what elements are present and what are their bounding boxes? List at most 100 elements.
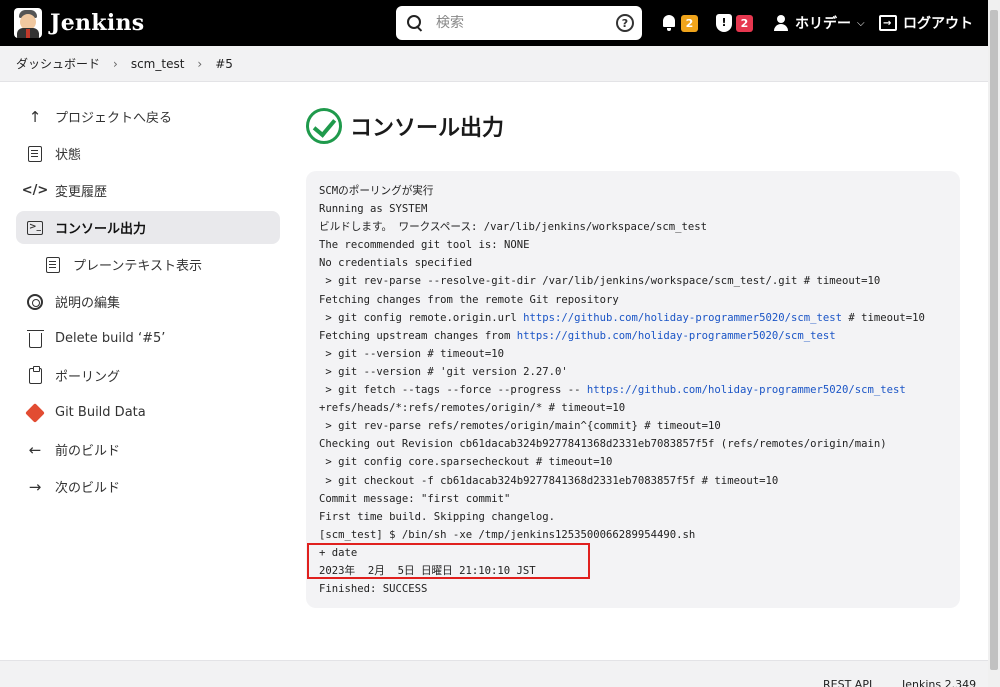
console-line: ビルドします。 ワークスペース: /var/lib/jenkins/worksp… — [319, 218, 960, 236]
terminal-icon: >_ — [26, 219, 44, 237]
console-line: > git fetch --tags --force --progress --… — [319, 381, 960, 399]
console-line: First time build. Skipping changelog. — [319, 508, 960, 526]
console-line-text: > git config core.sparsecheckout # timeo… — [319, 456, 613, 469]
sidebar-item-label: プロジェクトへ戻る — [55, 111, 173, 126]
help-icon[interactable]: ? — [616, 14, 634, 32]
arrow-up-icon: ↑ — [28, 107, 42, 126]
app-name: Jenkins — [50, 10, 145, 36]
document-icon — [26, 145, 44, 163]
console-line-text: First time build. Skipping changelog. — [319, 510, 555, 523]
console-line-text: > git config remote.origin.url — [319, 311, 524, 324]
sidebar-item-label: プレーンテキスト表示 — [73, 259, 202, 274]
console-line: > git rev-parse refs/remotes/origin/main… — [319, 417, 960, 435]
console-repo-link[interactable]: https://github.com/holiday-programmer502… — [523, 312, 842, 324]
sidebar-item-polling[interactable]: ポーリング — [16, 359, 280, 392]
sidebar-item-label: Delete build ‘#5’ — [55, 331, 166, 346]
sidebar-item-changes[interactable]: </> 変更履歴 — [16, 174, 280, 207]
console-line: No credentials specified — [319, 254, 960, 272]
console-line: > git --version # timeout=10 — [319, 345, 960, 363]
console-line: Fetching changes from the remote Git rep… — [319, 291, 960, 309]
notifications-button[interactable]: 2 — [661, 0, 698, 46]
security-badge: 2 — [736, 14, 753, 32]
logout-icon: → — [879, 15, 897, 31]
chevron-right-icon: › — [197, 56, 203, 71]
console-line-text: Finished: SUCCESS — [319, 583, 428, 596]
document-icon — [44, 256, 62, 274]
code-icon: </> — [21, 183, 49, 198]
user-name: ホリデー — [795, 16, 851, 32]
sidebar-item-label: 状態 — [55, 148, 82, 163]
sidebar-item-console-output[interactable]: >_ コンソール出力 — [16, 211, 280, 244]
console-repo-link[interactable]: https://github.com/holiday-programmer502… — [587, 384, 906, 396]
logout-button[interactable]: → ログアウト — [879, 0, 973, 46]
console-line: Fetching upstream changes from https://g… — [319, 327, 960, 345]
logout-label: ログアウト — [903, 16, 973, 32]
sidebar-item-label: 説明の編集 — [55, 296, 121, 311]
sidebar-item-plain-text[interactable]: プレーンテキスト表示 — [16, 248, 280, 281]
console-line-text: ビルドします。 ワークスペース: /var/lib/jenkins/worksp… — [319, 221, 708, 234]
jenkins-version-link[interactable]: Jenkins 2.349 — [902, 678, 976, 687]
console-line: Commit message: "first commit" — [319, 490, 960, 508]
sidebar: ↑ プロジェクトへ戻る 状態 </> 変更履歴 >_ コンソール出力 プレーンテ… — [16, 100, 280, 507]
console-line: +refs/heads/*:refs/remotes/origin/* # ti… — [319, 399, 960, 417]
console-line: SCMのポーリングが実行 — [319, 182, 960, 200]
console-line-text: > git fetch --tags --force --progress -- — [319, 384, 587, 397]
sidebar-item-label: Git Build Data — [55, 405, 146, 420]
breadcrumb-build[interactable]: #5 — [215, 57, 233, 71]
success-check-icon — [306, 108, 342, 144]
top-header: Jenkins ? 2 ! 2 ホリデー ⌵ → ログアウト — [0, 0, 988, 46]
console-line: > git --version # 'git version 2.27.0' — [319, 363, 960, 381]
console-line: Running as SYSTEM — [319, 200, 960, 218]
breadcrumb-job[interactable]: scm_test — [131, 57, 185, 71]
git-icon — [25, 402, 45, 423]
search-box[interactable]: ? — [396, 6, 642, 40]
arrow-right-icon: → — [28, 477, 42, 496]
console-line-text: > git --version # 'git version 2.27.0' — [319, 365, 568, 378]
chevron-right-icon: › — [113, 56, 118, 71]
console-line-text: Commit message: "first commit" — [319, 492, 511, 505]
shield-alert-icon: ! — [716, 14, 732, 32]
sidebar-item-previous-build[interactable]: ← 前のビルド — [16, 433, 280, 466]
sidebar-item-delete-build[interactable]: Delete build ‘#5’ — [16, 322, 280, 355]
console-line: > git rev-parse --resolve-git-dir /var/l… — [319, 272, 960, 290]
console-line: > git checkout -f cb61dacab324b927784136… — [319, 472, 960, 490]
security-button[interactable]: ! 2 — [716, 0, 753, 46]
scrollbar-thumb[interactable] — [990, 10, 998, 670]
clipboard-icon — [26, 365, 44, 385]
console-line-text: [scm_test] $ /bin/sh -xe /tmp/jenkins125… — [319, 528, 696, 541]
console-line-suffix: # timeout=10 — [842, 311, 925, 324]
console-line-text: No credentials specified — [319, 257, 473, 270]
page-header: コンソール出力 — [306, 108, 504, 144]
search-input[interactable] — [436, 15, 606, 31]
console-line: The recommended git tool is: NONE — [319, 236, 960, 254]
sidebar-item-edit-description[interactable]: 説明の編集 — [16, 285, 280, 318]
console-line-text: > git --version # timeout=10 — [319, 347, 504, 360]
page-title: コンソール出力 — [350, 116, 505, 141]
notifications-badge: 2 — [681, 14, 698, 32]
sidebar-item-label: 次のビルド — [55, 481, 121, 496]
sidebar-item-label: ポーリング — [55, 370, 121, 385]
user-menu[interactable]: ホリデー ⌵ — [773, 0, 865, 46]
console-line: > git config core.sparsecheckout # timeo… — [319, 453, 960, 471]
console-line-text: Checking out Revision cb61dacab324b92778… — [319, 438, 887, 451]
console-line-text: Fetching upstream changes from — [319, 329, 517, 342]
sidebar-item-next-build[interactable]: → 次のビルド — [16, 470, 280, 503]
console-line-text: The recommended git tool is: NONE — [319, 239, 530, 252]
search-icon — [406, 14, 424, 32]
page-scrollbar[interactable] — [988, 0, 1000, 687]
console-repo-link[interactable]: https://github.com/holiday-programmer502… — [517, 330, 836, 342]
highlight-annotation — [307, 543, 590, 579]
console-line: Finished: SUCCESS — [319, 580, 960, 598]
gear-icon — [26, 293, 44, 311]
console-line-text: > git checkout -f cb61dacab324b927784136… — [319, 474, 779, 487]
sidebar-item-status[interactable]: 状態 — [16, 137, 280, 170]
sidebar-item-label: 変更履歴 — [55, 185, 108, 200]
console-line: [scm_test] $ /bin/sh -xe /tmp/jenkins125… — [319, 526, 960, 544]
jenkins-butler-icon — [14, 8, 42, 38]
jenkins-logo-link[interactable]: Jenkins — [14, 8, 144, 38]
console-line-text: +refs/heads/*:refs/remotes/origin/* # ti… — [319, 402, 626, 415]
sidebar-item-back-to-project[interactable]: ↑ プロジェクトへ戻る — [16, 100, 280, 133]
rest-api-link[interactable]: REST API — [823, 678, 872, 687]
breadcrumb-dashboard[interactable]: ダッシュボード — [16, 55, 100, 72]
sidebar-item-git-build-data[interactable]: Git Build Data — [16, 396, 280, 429]
